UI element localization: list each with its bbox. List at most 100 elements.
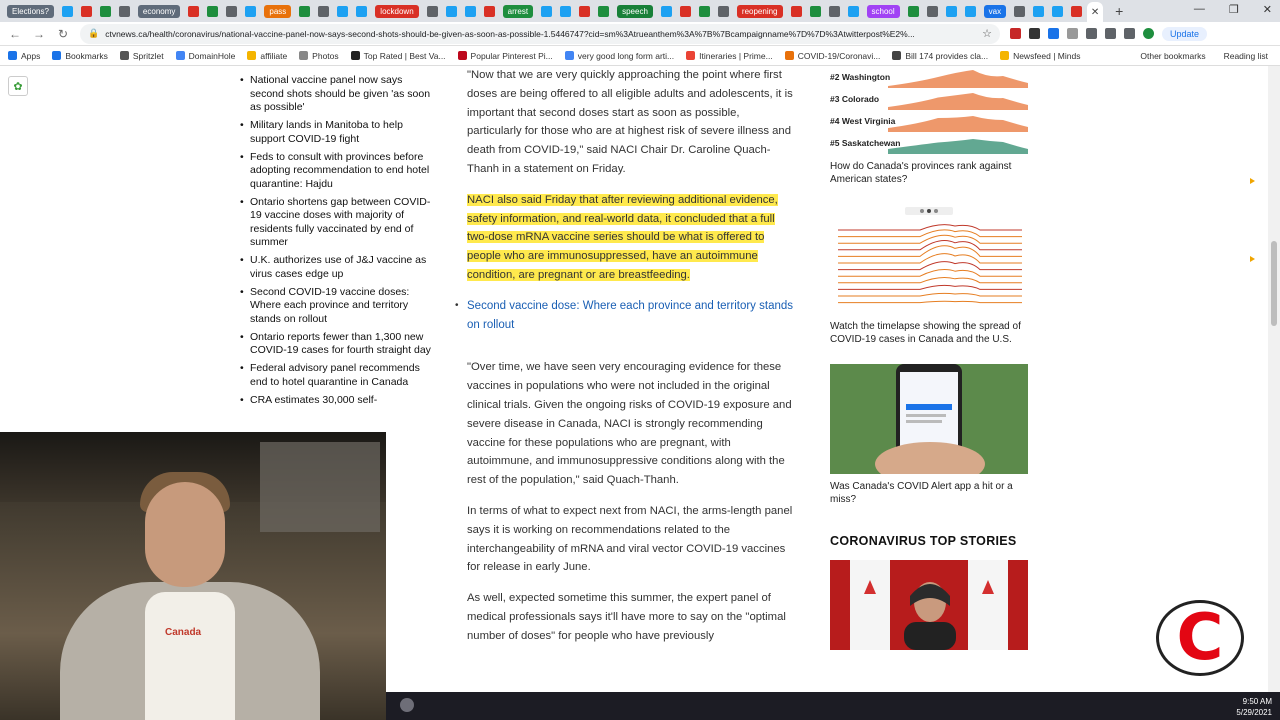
bookmark-item[interactable]: Spritzlet: [119, 51, 164, 61]
rail-story-caption[interactable]: Watch the timelapse showing the spread o…: [830, 320, 1028, 346]
timelapse-thumbnail[interactable]: [830, 204, 1028, 314]
url-text[interactable]: ctvnews.ca/health/coronavirus/national-v…: [105, 29, 976, 39]
related-story-link[interactable]: Ontario reports fewer than 1,300 new COV…: [240, 331, 435, 358]
bookmark-item[interactable]: Bookmarks: [52, 51, 108, 61]
browser-tab[interactable]: [576, 2, 593, 20]
browser-tab[interactable]: [116, 2, 133, 20]
browser-tab[interactable]: [658, 2, 675, 20]
browser-tab[interactable]: [788, 2, 805, 20]
reading-list[interactable]: Reading list: [1224, 51, 1268, 61]
bookmark-item[interactable]: very good long form arti...: [564, 51, 674, 61]
related-story-link[interactable]: Feds to consult with provinces before ad…: [240, 151, 435, 192]
extension-icon[interactable]: [1086, 28, 1097, 39]
browser-tab[interactable]: [223, 2, 240, 20]
bookmark-item[interactable]: Photos: [299, 51, 339, 61]
related-story-link[interactable]: Ontario shortens gap between COVID-19 va…: [240, 196, 435, 250]
bookmark-item[interactable]: Itineraries | Prime...: [686, 51, 773, 61]
related-story-link[interactable]: U.K. authorizes use of J&J vaccine as vi…: [240, 254, 435, 281]
bookmark-item[interactable]: COVID-19/Coronavi...: [784, 51, 880, 61]
related-story-link[interactable]: CRA estimates 30,000 self-: [240, 394, 435, 408]
browser-tab[interactable]: [204, 2, 221, 20]
reload-icon[interactable]: ↻: [56, 27, 70, 41]
maximize-icon[interactable]: ❐: [1229, 3, 1239, 16]
tab-group-label[interactable]: vax: [981, 2, 1009, 20]
browser-tab[interactable]: [826, 2, 843, 20]
browser-tab[interactable]: [185, 2, 202, 20]
tab-group-label[interactable]: school: [864, 2, 903, 20]
new-tab-icon[interactable]: +: [1115, 3, 1123, 19]
bookmark-item[interactable]: Bill 174 provides cla...: [892, 51, 988, 61]
browser-tab[interactable]: [1068, 2, 1085, 20]
tab-group-label[interactable]: Elections?: [4, 2, 57, 20]
browser-tab[interactable]: [296, 2, 313, 20]
related-story-link[interactable]: Second COVID-19 vaccine doses: Where eac…: [240, 286, 435, 327]
update-button[interactable]: Update: [1162, 26, 1208, 41]
browser-tab[interactable]: [443, 2, 460, 20]
browser-tab[interactable]: [1011, 2, 1028, 20]
tab-group-label[interactable]: reopening: [734, 2, 786, 20]
browser-tab[interactable]: [696, 2, 713, 20]
bookmark-item[interactable]: affiliate: [247, 51, 287, 61]
bookmark-item[interactable]: DomainHole: [175, 51, 235, 61]
browser-tab[interactable]: [1049, 2, 1066, 20]
browser-tab[interactable]: [353, 2, 370, 20]
browser-tab[interactable]: [424, 2, 441, 20]
browser-tab[interactable]: [807, 2, 824, 20]
close-window-icon[interactable]: ✕: [1263, 3, 1272, 16]
browser-tab[interactable]: [78, 2, 95, 20]
tab-group-label[interactable]: economy: [135, 2, 183, 20]
accessibility-widget-icon[interactable]: ✿: [8, 76, 28, 96]
browser-tab[interactable]: [334, 2, 351, 20]
related-story-link[interactable]: Federal advisory panel recommends end to…: [240, 362, 435, 389]
tab-group-label[interactable]: lockdown: [372, 2, 421, 20]
browser-tab[interactable]: [595, 2, 612, 20]
browser-tab[interactable]: [557, 2, 574, 20]
tab-group-label[interactable]: speech: [614, 2, 656, 20]
browser-tab[interactable]: [943, 2, 960, 20]
tab-group-label[interactable]: pass: [261, 2, 294, 20]
related-article-link[interactable]: Second vaccine dose: Where each province…: [467, 300, 793, 331]
ranking-graphic[interactable]: #2 Washington #3 Colorado #4 West Virginia…: [830, 66, 1028, 154]
extension-icon[interactable]: [1048, 28, 1059, 39]
browser-tab[interactable]: [59, 2, 76, 20]
top-story-thumbnail[interactable]: [830, 560, 1028, 650]
related-story-link[interactable]: National vaccine panel now says second s…: [240, 74, 435, 115]
browser-tab[interactable]: [715, 2, 732, 20]
browser-tab[interactable]: [962, 2, 979, 20]
extension-icon[interactable]: [1067, 28, 1078, 39]
browser-tab[interactable]: [538, 2, 555, 20]
browser-tab[interactable]: [462, 2, 479, 20]
extension-icon[interactable]: [1029, 28, 1040, 39]
system-clock[interactable]: 9:50 AM 5/29/2021: [1236, 696, 1272, 718]
minimize-icon[interactable]: —: [1194, 3, 1205, 16]
browser-tab[interactable]: [315, 2, 332, 20]
browser-tab[interactable]: [677, 2, 694, 20]
rail-story-caption[interactable]: How do Canada's provinces rank against A…: [830, 160, 1028, 186]
browser-tab[interactable]: [924, 2, 941, 20]
bookmark-item[interactable]: Top Rated | Best Va...: [350, 51, 446, 61]
bookmark-item[interactable]: Newsfeed | Minds: [1000, 51, 1080, 61]
obs-icon[interactable]: [400, 698, 414, 712]
page-scrollbar[interactable]: [1268, 66, 1280, 692]
related-story-link[interactable]: Military lands in Manitoba to help suppo…: [240, 119, 435, 146]
browser-tab[interactable]: [242, 2, 259, 20]
browser-tab[interactable]: [845, 2, 862, 20]
close-tab-icon[interactable]: ✕: [1091, 7, 1099, 18]
bookmark-item[interactable]: Popular Pinterest Pi...: [457, 51, 553, 61]
forward-icon[interactable]: →: [32, 27, 46, 41]
bookmark-item[interactable]: Apps: [8, 51, 40, 61]
covid-alert-app-thumbnail[interactable]: [830, 364, 1028, 474]
active-tab[interactable]: ✕: [1087, 2, 1104, 22]
address-bar[interactable]: 🔒 ctvnews.ca/health/coronavirus/national…: [80, 23, 1000, 44]
browser-tab[interactable]: [481, 2, 498, 20]
other-bookmarks[interactable]: Other bookmarks: [1140, 51, 1205, 61]
extension-icon[interactable]: [1010, 28, 1021, 39]
puzzle-icon[interactable]: [1105, 28, 1116, 39]
scrollbar-thumb[interactable]: [1271, 241, 1277, 326]
browser-tab[interactable]: [905, 2, 922, 20]
browser-tab[interactable]: [1030, 2, 1047, 20]
back-icon[interactable]: ←: [8, 27, 22, 41]
reading-list-icon[interactable]: [1124, 28, 1135, 39]
tab-group-label[interactable]: arrest: [500, 2, 536, 20]
browser-tab[interactable]: [97, 2, 114, 20]
